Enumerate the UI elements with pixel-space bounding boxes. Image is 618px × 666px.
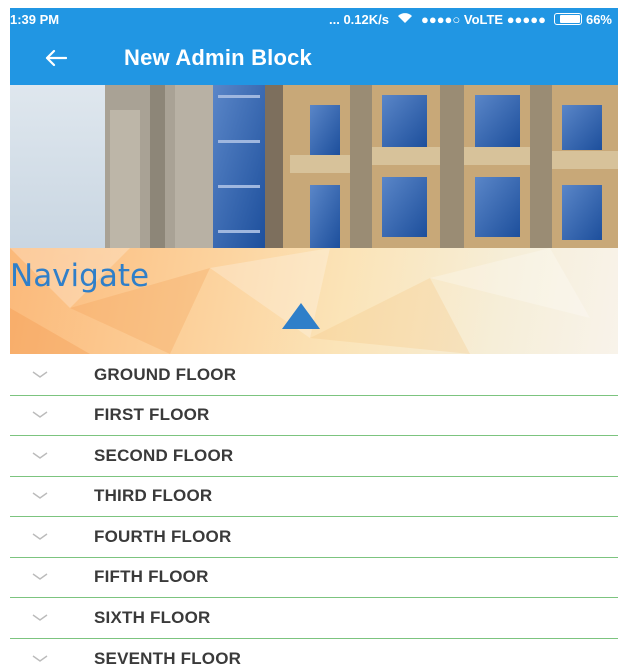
chevron-down-icon <box>10 492 70 500</box>
page-title: New Admin Block <box>124 44 312 70</box>
floor-label: SIXTH FLOOR <box>94 607 211 627</box>
floor-item-second[interactable]: SECOND FLOOR <box>10 436 618 477</box>
floor-label: FIFTH FLOOR <box>94 567 209 587</box>
floor-list: GROUND FLOOR FIRST FLOOR SECOND FLOOR TH… <box>10 355 618 666</box>
back-button[interactable] <box>32 34 80 82</box>
arrow-left-icon <box>45 49 67 66</box>
triangle-up-icon <box>282 303 320 329</box>
status-indicators: ... 0.12K/s ●●●●○ VoLTE ●●●●● 66% <box>329 12 612 27</box>
floor-item-seventh[interactable]: SEVENTH FLOOR <box>10 638 618 666</box>
network-speed: ... 0.12K/s <box>329 11 389 27</box>
floor-item-fifth[interactable]: FIFTH FLOOR <box>10 557 618 598</box>
floor-item-first[interactable]: FIRST FLOOR <box>10 395 618 436</box>
floor-item-sixth[interactable]: SIXTH FLOOR <box>10 598 618 639</box>
chevron-down-icon <box>10 371 70 379</box>
wifi-icon <box>397 12 413 27</box>
status-time: 1:39 PM <box>10 11 60 27</box>
navigate-banner: Navigate <box>10 248 618 354</box>
floor-label: FOURTH FLOOR <box>94 526 232 546</box>
battery-percent: 66% <box>585 11 612 27</box>
chevron-down-icon <box>10 452 70 460</box>
building-image <box>10 85 618 248</box>
navigate-up-button[interactable] <box>282 303 320 334</box>
chevron-down-icon <box>10 573 70 581</box>
status-bar: 1:39 PM ... 0.12K/s ●●●●○ VoLTE ●●●●● 66… <box>10 8 618 30</box>
chevron-down-icon <box>10 533 70 541</box>
floor-label: GROUND FLOOR <box>94 364 237 384</box>
chevron-down-icon <box>10 614 70 622</box>
battery-indicator: 66% <box>553 11 612 27</box>
chevron-down-icon <box>10 655 70 663</box>
floor-item-ground[interactable]: GROUND FLOOR <box>10 355 618 396</box>
chevron-down-icon <box>10 411 70 419</box>
floor-label: THIRD FLOOR <box>94 486 213 506</box>
floor-label: SEVENTH FLOOR <box>94 648 242 666</box>
app-bar: New Admin Block <box>10 30 618 85</box>
floor-label: SECOND FLOOR <box>94 445 234 465</box>
navigate-title: Navigate <box>10 258 150 294</box>
floor-item-third[interactable]: THIRD FLOOR <box>10 476 618 517</box>
battery-icon <box>553 13 582 25</box>
floor-item-fourth[interactable]: FOURTH FLOOR <box>10 517 618 558</box>
signal-text: ●●●●○ VoLTE ●●●●● <box>420 11 546 27</box>
floor-label: FIRST FLOOR <box>94 405 210 425</box>
